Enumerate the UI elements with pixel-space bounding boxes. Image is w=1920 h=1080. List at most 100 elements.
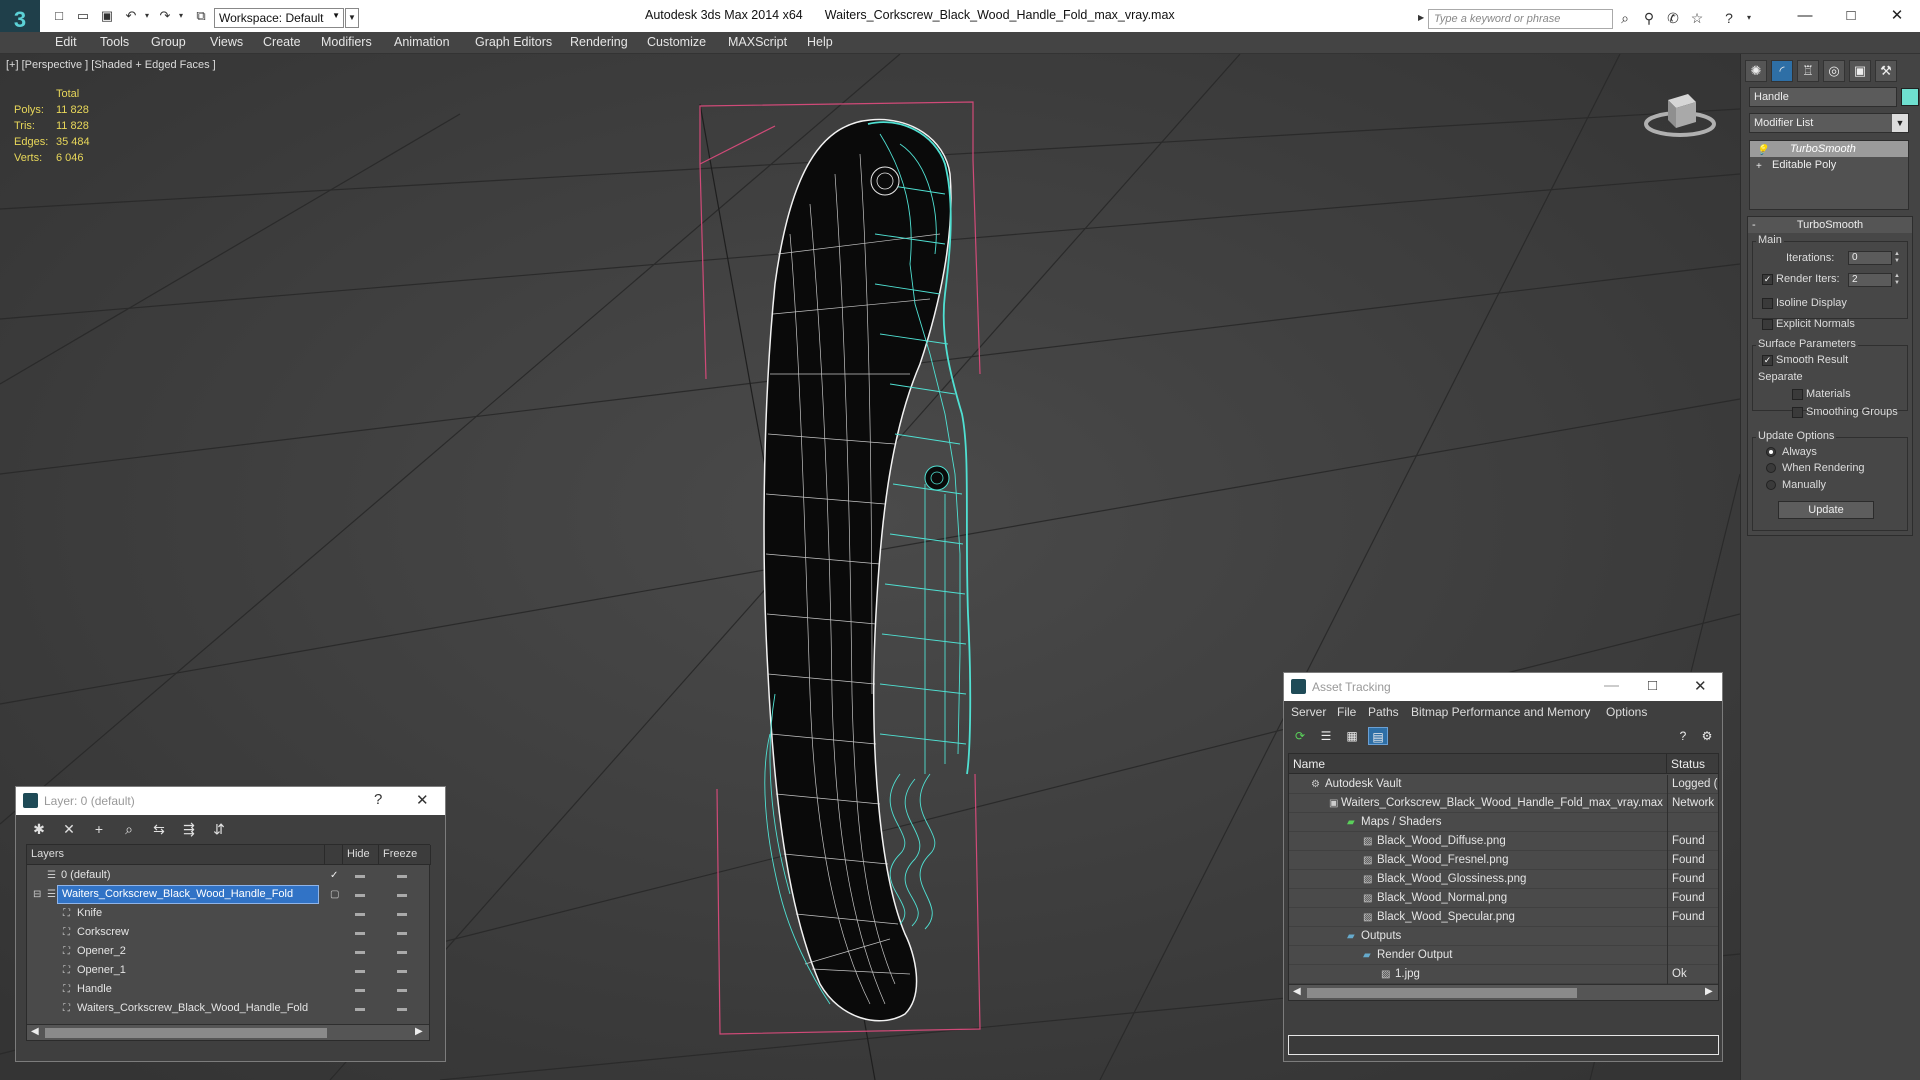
help-icon[interactable]: ? xyxy=(1673,727,1693,745)
scroll-thumb[interactable] xyxy=(1307,988,1577,998)
freeze-toggle[interactable]: ▬ xyxy=(397,904,407,923)
subscription-icon[interactable]: ⚲ xyxy=(1640,9,1658,27)
asset-row[interactable]: ▰ Render Output xyxy=(1289,946,1718,965)
layer-row[interactable]: ⛶ Opener_2 ▬ ▬ xyxy=(27,942,431,961)
explicit-normals-checkbox[interactable] xyxy=(1762,319,1773,330)
asset-row[interactable]: ▨ Black_Wood_Glossiness.png Found xyxy=(1289,870,1718,889)
menu-edit[interactable]: Edit xyxy=(55,35,77,49)
freeze-toggle[interactable]: ▬ xyxy=(397,961,407,980)
freeze-toggle[interactable]: ▬ xyxy=(397,999,407,1018)
modify-tab-icon[interactable]: ◜ xyxy=(1771,60,1793,82)
close-button[interactable]: ✕ xyxy=(1882,4,1912,28)
asset-menu-file[interactable]: File xyxy=(1337,705,1356,719)
spinner-arrows-icon[interactable]: ▲ ▼ xyxy=(1894,251,1902,265)
materials-checkbox[interactable] xyxy=(1792,389,1803,400)
hide-toggle[interactable]: ▬ xyxy=(355,904,365,923)
layer-row[interactable]: ⛶ Knife ▬ ▬ xyxy=(27,904,431,923)
menu-animation[interactable]: Animation xyxy=(394,35,450,49)
asset-menu-paths[interactable]: Paths xyxy=(1368,705,1399,719)
column-header-name[interactable]: Name xyxy=(1289,754,1667,774)
checkmark-icon[interactable]: ✓ xyxy=(330,866,338,885)
scroll-right-icon[interactable]: ▶ xyxy=(1705,986,1713,997)
asset-row[interactable]: ▨ Black_Wood_Fresnel.png Found xyxy=(1289,851,1718,870)
asset-row[interactable]: ▨ Black_Wood_Diffuse.png Found xyxy=(1289,832,1718,851)
menu-tools[interactable]: Tools xyxy=(100,35,129,49)
search-expand-icon[interactable]: ▶ xyxy=(1418,13,1424,22)
isoline-checkbox[interactable] xyxy=(1762,298,1773,309)
quick-access-customize-icon[interactable]: ▼ xyxy=(345,8,359,28)
menu-customize[interactable]: Customize xyxy=(647,35,706,49)
layer-row[interactable]: ⛶ Handle ▬ ▬ xyxy=(27,980,431,999)
scroll-right-icon[interactable]: ▶ xyxy=(415,1026,423,1037)
column-header-hide[interactable]: Hide xyxy=(343,845,379,865)
maximize-button[interactable]: □ xyxy=(1836,4,1866,28)
menu-group[interactable]: Group xyxy=(151,35,186,49)
asset-row[interactable]: ▨ Black_Wood_Specular.png Found xyxy=(1289,908,1718,927)
render-iters-checkbox[interactable]: ✓ xyxy=(1762,274,1773,285)
asset-menu-options[interactable]: Options xyxy=(1606,705,1647,719)
display-tab-icon[interactable]: ▣ xyxy=(1849,60,1871,82)
stack-item-turbosmooth[interactable]: 💡 TurboSmooth xyxy=(1750,141,1908,157)
create-layer-icon[interactable]: ✱ xyxy=(28,819,50,839)
scroll-thumb[interactable] xyxy=(45,1028,327,1038)
hide-toggle[interactable]: ▬ xyxy=(355,866,365,885)
freeze-toggle[interactable]: ▬ xyxy=(397,942,407,961)
menu-modifiers[interactable]: Modifiers xyxy=(321,35,372,49)
delete-layer-icon[interactable]: ✕ xyxy=(58,819,80,839)
set-current-icon[interactable]: ▢ xyxy=(330,885,339,904)
asset-menu-server[interactable]: Server xyxy=(1291,705,1326,719)
thumbnail-view-icon[interactable]: ▦ xyxy=(1342,727,1362,745)
highlight-selected-icon[interactable]: ⇆ xyxy=(148,819,170,839)
undo-dropdown-icon[interactable]: ▾ xyxy=(138,8,156,24)
hide-toggle[interactable]: ▬ xyxy=(355,923,365,942)
column-header-freeze[interactable]: Freeze xyxy=(379,845,431,865)
scroll-left-icon[interactable]: ◀ xyxy=(1293,986,1301,997)
minimize-button[interactable]: — xyxy=(1790,4,1820,28)
close-icon[interactable]: ✕ xyxy=(1694,677,1707,695)
horizontal-scrollbar[interactable]: ◀ ▶ xyxy=(1289,984,1718,1000)
asset-row[interactable]: ⚙ Autodesk Vault Logged ( xyxy=(1289,775,1718,794)
iterations-spinner[interactable]: 0 xyxy=(1848,251,1892,265)
object-name-field[interactable]: Handle xyxy=(1749,87,1897,107)
asset-window-titlebar[interactable]: Asset Tracking — □ ✕ xyxy=(1284,673,1722,701)
minimize-button[interactable]: — xyxy=(1604,677,1619,694)
list-view-icon[interactable]: ☰ xyxy=(1316,727,1336,745)
open-file-icon[interactable]: ▭ xyxy=(74,8,92,24)
hide-toggle[interactable]: ▬ xyxy=(355,961,365,980)
asset-row[interactable]: ▰ Outputs xyxy=(1289,927,1718,946)
render-iters-spinner[interactable]: 2 xyxy=(1848,273,1892,287)
stack-item-editable-poly[interactable]: + Editable Poly xyxy=(1750,157,1908,173)
table-view-icon[interactable]: ▤ xyxy=(1368,727,1388,745)
layer-row[interactable]: ⊟ ☰ Waiters_Corkscrew_Black_Wood_Handle_… xyxy=(27,885,431,904)
binoculars-icon[interactable]: ⌕ xyxy=(1616,9,1634,27)
object-color-swatch[interactable] xyxy=(1901,88,1919,106)
layer-row[interactable]: ⛶ Corkscrew ▬ ▬ xyxy=(27,923,431,942)
asset-menu-bitmap-performance[interactable]: Bitmap Performance and Memory xyxy=(1411,705,1590,719)
smoothing-groups-checkbox[interactable] xyxy=(1792,407,1803,418)
layer-window-titlebar[interactable]: Layer: 0 (default) ? ✕ xyxy=(16,787,445,815)
viewcube-icon[interactable] xyxy=(1640,84,1720,144)
rollout-header[interactable]: - TurboSmooth xyxy=(1748,217,1912,233)
redo-dropdown-icon[interactable]: ▾ xyxy=(172,8,190,24)
viewport-label[interactable]: [+] [Perspective ] [Shaded + Edged Faces… xyxy=(6,59,216,71)
update-when-rendering-radio[interactable] xyxy=(1766,463,1776,473)
menu-rendering[interactable]: Rendering xyxy=(570,35,628,49)
close-icon[interactable]: ✕ xyxy=(416,791,429,809)
asset-row[interactable]: ▨ 1.jpg Ok xyxy=(1289,965,1718,984)
utilities-tab-icon[interactable]: ⚒ xyxy=(1875,60,1897,82)
save-file-icon[interactable]: ▣ xyxy=(98,8,116,24)
column-header-status[interactable]: Status xyxy=(1667,754,1718,774)
scroll-left-icon[interactable]: ◀ xyxy=(31,1026,39,1037)
maximize-button[interactable]: □ xyxy=(1648,677,1657,694)
menu-graph-editors[interactable]: Graph Editors xyxy=(475,35,552,49)
search-input[interactable]: Type a keyword or phrase xyxy=(1428,9,1613,29)
help-button[interactable]: ? xyxy=(374,791,382,808)
hide-toggle[interactable]: ▬ xyxy=(355,980,365,999)
vault-settings-icon[interactable]: ⚙ xyxy=(1697,727,1717,745)
hide-toggle[interactable]: ▬ xyxy=(355,999,365,1018)
update-button[interactable]: Update xyxy=(1778,501,1874,519)
motion-tab-icon[interactable]: ◎ xyxy=(1823,60,1845,82)
collapse-minus-icon[interactable]: ⊟ xyxy=(33,885,41,904)
menu-maxscript[interactable]: MAXScript xyxy=(728,35,787,49)
help-dropdown-icon[interactable]: ▾ xyxy=(1740,9,1758,27)
